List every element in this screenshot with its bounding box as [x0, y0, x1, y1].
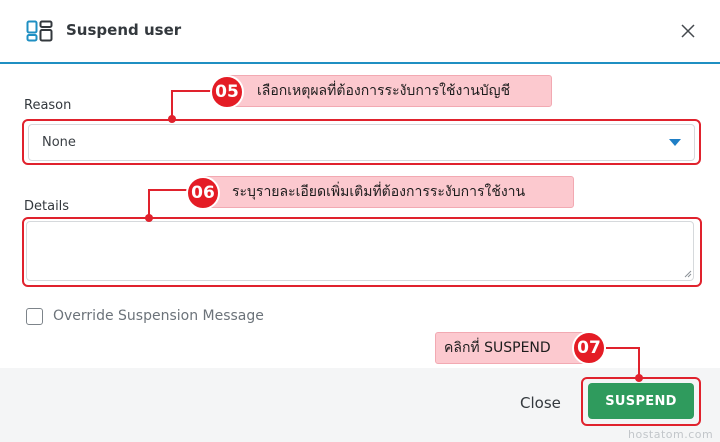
details-label: Details	[24, 199, 70, 214]
annotation-07-connector-v	[638, 347, 640, 377]
annotation-06-text: ระบุรายละเอียดเพิ่มเติมที่ต้องการระงับกา…	[232, 184, 526, 200]
caret-down-icon	[669, 139, 681, 146]
override-label[interactable]: Override Suspension Message	[53, 308, 264, 324]
watermark: hostatom.com	[628, 428, 714, 441]
dialog-header: Suspend user	[0, 0, 720, 64]
annotation-07-callout: คลิกที่ SUSPEND	[435, 332, 595, 364]
override-checkbox[interactable]	[26, 308, 43, 325]
details-textarea[interactable]	[26, 221, 694, 281]
dashboard-icon	[26, 20, 53, 42]
annotation-05-badge: 05	[210, 75, 244, 109]
annotation-05-connector-h	[171, 90, 211, 92]
annotation-05-dot	[168, 115, 176, 123]
annotation-05-text: เลือกเหตุผลที่ต้องการระงับการใช้งานบัญชี	[257, 83, 511, 99]
annotation-05-callout: เลือกเหตุผลที่ต้องการระงับการใช้งานบัญชี	[225, 75, 552, 107]
annotation-06-connector-h	[148, 189, 188, 191]
annotation-07-text: คลิกที่ SUSPEND	[444, 340, 551, 356]
close-icon[interactable]	[680, 23, 696, 39]
annotation-07-connector-h	[606, 347, 640, 349]
dialog-title: Suspend user	[66, 21, 182, 39]
annotation-06-badge: 06	[186, 176, 220, 210]
annotation-07-dot	[635, 374, 643, 382]
annotation-06-callout: ระบุรายละเอียดเพิ่มเติมที่ต้องการระงับกา…	[200, 176, 574, 208]
annotation-06-dot	[145, 214, 153, 222]
suspend-button[interactable]: SUSPEND	[588, 383, 694, 419]
reason-selected-value: None	[42, 135, 76, 150]
resize-grip-icon[interactable]	[684, 270, 692, 278]
annotation-07-badge: 07	[572, 331, 606, 365]
close-button[interactable]: Close	[520, 394, 561, 412]
reason-label: Reason	[24, 98, 72, 113]
reason-select[interactable]: None	[28, 124, 695, 161]
